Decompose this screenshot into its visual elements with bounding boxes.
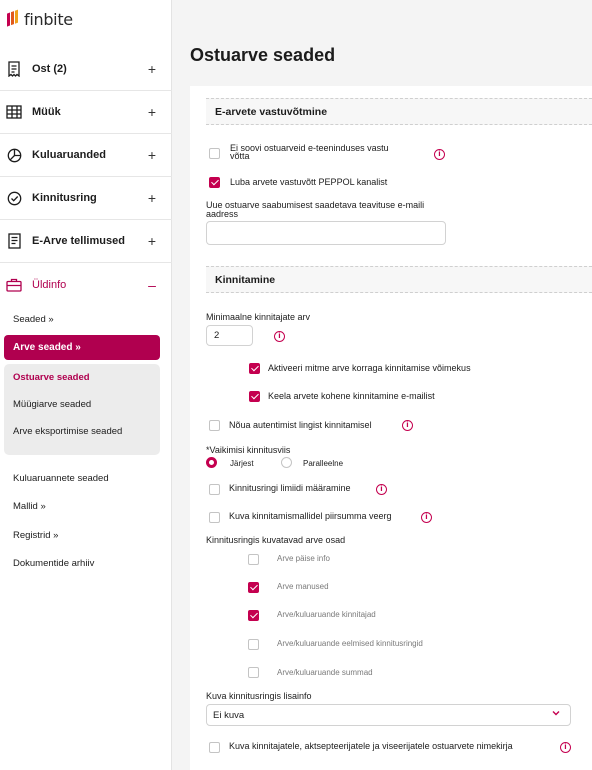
expand-icon: + [147,190,157,206]
label-jarjest: Järjest [230,459,254,468]
sidebar-link-muugiarve-seaded[interactable]: Müügiarve seaded [13,399,91,410]
sidebar-link-registrid[interactable]: Registrid » [13,530,58,541]
sidebar-link-dokumentide-arhiiv[interactable]: Dokumentide arhiiv [13,558,94,569]
info-icon[interactable]: i [376,484,387,495]
nav-label: Müük [32,106,61,118]
nav-label: E-Arve tellimused [32,235,125,247]
logo-text: finbite [24,9,73,29]
checkbox-luba-peppol[interactable] [209,177,220,188]
checkbox-ei-soovi-e-teenindus[interactable] [209,148,220,159]
chevron-down-icon [552,711,560,716]
checkbox-piirsumma-veerg[interactable] [209,512,220,523]
document-icon [5,232,23,250]
label-summad: Arve/kuluaruande summad [277,668,373,677]
checkbox-aktiveeri-mitme[interactable] [249,363,260,374]
label-arve-paise-info: Arve päise info [277,554,330,563]
checkbox-arve-manused[interactable] [248,582,259,593]
lisainfo-select[interactable]: Ei kuva [206,704,571,726]
checkbox-limiidi-maaramine[interactable] [209,484,220,495]
collapse-icon: – [148,276,156,293]
sidebar: finbite Ost (2) + Müük + Kuluaruanded + … [0,0,172,770]
notification-email-input[interactable] [206,221,446,245]
checkbox-kinnitajad[interactable] [248,610,259,621]
nav-label: Kuluaruanded [32,149,106,161]
nav-item-uldinfo[interactable]: Üldinfo – [0,263,172,306]
sub-panel-arve-seaded: Ostuarve seaded Müügiarve seaded Arve ek… [4,364,160,455]
info-icon[interactable]: i [560,742,571,753]
checkbox-keela-email[interactable] [249,391,260,402]
expand-icon: + [147,147,157,163]
label-paralleelne: Paralleelne [303,459,344,468]
checkbox-eelmised-kinnitusringid[interactable] [248,639,259,650]
expand-icon: + [147,233,157,249]
label-luba-peppol: Luba arvete vastuvõtt PEPPOL kanalist [230,177,388,187]
label-keela-email: Keela arvete kohene kinnitamine e-mailis… [268,391,435,401]
receipt-icon [5,60,23,78]
label-email-line2: aadress [206,209,239,219]
finbite-logo[interactable]: finbite [6,8,73,30]
label-email-line1: Uue ostuarve saabumisest saadetava teavi… [206,200,425,210]
briefcase-icon [5,276,23,294]
label-limiidi-maaramine: Kinnitusringi limiidi määramine [229,483,351,493]
label-kuva-lisainfo: Kuva kinnitusringis lisainfo [206,691,312,701]
radio-jarjest[interactable] [206,457,217,468]
sidebar-link-arve-seaded[interactable]: Arve seaded » [4,335,160,360]
label-noua-autentimist: Nõua autentimist lingist kinnitamisel [229,420,372,430]
nav-label: Ost (2) [32,63,67,75]
table-icon [5,103,23,121]
checkbox-arve-paise-info[interactable] [248,554,259,565]
finbite-logo-icon [7,9,18,27]
section-title: Kinnitamine [215,274,276,286]
nav-item-kinnitusring[interactable]: Kinnitusring + [0,177,172,220]
section-title: E-arvete vastuvõtmine [215,106,328,118]
sidebar-link-arve-eksportimise-seaded[interactable]: Arve eksportimise seaded [13,426,122,437]
check-circle-icon [5,189,23,207]
info-icon[interactable]: i [274,331,285,342]
nav-item-kuluaruanded[interactable]: Kuluaruanded + [0,134,172,177]
label-piirsumma-veerg: Kuva kinnitamismallidel piirsumma veerg [229,511,392,521]
settings-card: E-arvete vastuvõtmine Ei soovi ostuarvei… [190,86,592,770]
nav-label: Üldinfo [32,278,67,291]
sidebar-link-ostuarve-seaded[interactable]: Ostuarve seaded [13,372,90,383]
label-kuvatavad-arve-osad: Kinnitusringis kuvatavad arve osad [206,535,346,545]
page-title: Ostuarve seaded [190,45,336,65]
label-eelmised-kinnitusringid: Arve/kuluaruande eelmised kinnitusringid [277,639,423,648]
section-header-kinnitamine: Kinnitamine [206,266,592,293]
expand-icon: + [147,61,157,77]
sidebar-link-kuluaruannete-seaded[interactable]: Kuluaruannete seaded [13,473,109,484]
checkbox-ostuarvete-nimekiri[interactable] [209,742,220,753]
checkbox-summad[interactable] [248,667,259,678]
sidebar-link-seaded[interactable]: Seaded » [13,314,54,325]
min-approvers-input[interactable] [206,325,253,346]
info-icon[interactable]: i [402,420,413,431]
label-ei-soovi-line2: võtta [230,151,250,161]
info-icon[interactable]: i [421,512,432,523]
nav-label: Kinnitusring [32,192,97,204]
nav-item-muuk[interactable]: Müük + [0,91,172,134]
nav-item-ost[interactable]: Ost (2) + [0,48,172,91]
info-icon[interactable]: i [434,149,445,160]
label-ei-soovi-line1: Ei soovi ostuarveid e-teeninduses vastu [230,143,389,153]
sidebar-link-mallid[interactable]: Mallid » [13,501,46,512]
pie-chart-icon [5,146,23,164]
checkbox-noua-autentimist[interactable] [209,420,220,431]
radio-paralleelne[interactable] [281,457,292,468]
select-value: Ei kuva [213,710,245,721]
label-min-kinnitajate: Minimaalne kinnitajate arv [206,312,311,322]
expand-icon: + [147,104,157,120]
label-ostuarvete-nimekiri: Kuva kinnitajatele, aktsepteerijatele ja… [229,741,513,751]
label-vaikimisi-kinnitusviis: *Vaikimisi kinnitusviis [206,445,291,455]
label-aktiveeri-mitme: Aktiveeri mitme arve korraga kinnitamise… [268,363,471,373]
label-kinnitajad: Arve/kuluaruande kinnitajad [277,610,376,619]
nav-item-e-arve-tellimused[interactable]: E-Arve tellimused + [0,220,172,263]
label-arve-manused: Arve manused [277,582,329,591]
section-header-e-arvete-vastuvotmine: E-arvete vastuvõtmine [206,98,592,125]
